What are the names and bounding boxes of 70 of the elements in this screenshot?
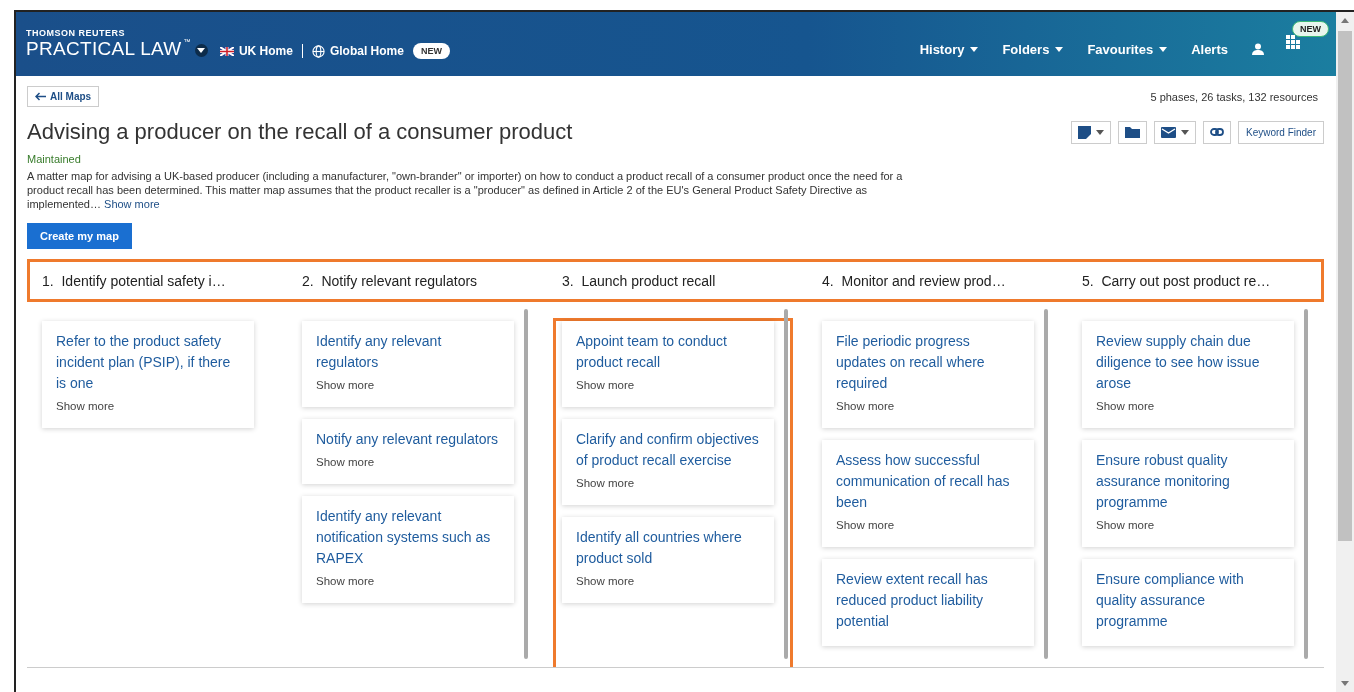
nav-menu-item[interactable]: History [919, 41, 979, 57]
caret-icon[interactable] [194, 43, 208, 57]
task-title[interactable]: Notify any relevant regulators [316, 429, 500, 450]
column-scrollbar[interactable] [784, 309, 788, 659]
keyword-finder-button[interactable]: Keyword Finder [1237, 120, 1324, 144]
show-more-link[interactable]: Show more [1096, 400, 1155, 412]
create-map-button[interactable]: Create my map [27, 223, 132, 249]
show-more-link[interactable]: Show more [1096, 519, 1155, 531]
summary-text: 5 phases, 26 tasks, 132 resources [1150, 90, 1318, 103]
description-text: A matter map for advising a UK-based producer (including a manufacturer, "own-brander" or importer) on how to conduct a product recall of a consumer product once the need for a product recall has been determined. This matter map assumes that the product recaller is a "producer" as defined in Article 2 of the EU's General Product Safety Directive as implemented… Show more [27, 169, 904, 211]
arrow-left-icon [35, 92, 46, 101]
task-title[interactable]: Identify all countries where product sold [576, 527, 760, 569]
phase-title[interactable]: 3. Launch product recall [562, 272, 822, 289]
nav-menu-item[interactable]: Favourites [1087, 41, 1168, 57]
new-badge: NEW [412, 43, 450, 59]
task-title[interactable]: Clarify and confirm objectives of product recall exercise [576, 429, 760, 471]
show-more-link[interactable]: Show more [56, 400, 115, 412]
note-icon [1077, 125, 1091, 139]
show-more-link[interactable]: Show more [316, 379, 375, 391]
column-scrollbar[interactable] [1304, 309, 1308, 659]
home-link[interactable]: Global Home [311, 44, 404, 58]
show-more-link[interactable]: Show more [836, 400, 895, 412]
show-more-link[interactable]: Show more [104, 198, 160, 210]
task-title[interactable]: Identify any relevant regulators [316, 331, 500, 373]
task-title[interactable]: Review supply chain due diligence to see how issue arose [1096, 331, 1280, 394]
note-button[interactable] [1070, 120, 1111, 144]
new-badge: NEW [1292, 21, 1329, 37]
column-scrollbar[interactable] [1044, 309, 1048, 659]
folder-icon [1124, 126, 1140, 138]
home-link[interactable]: UK Home [219, 44, 293, 58]
task-title[interactable]: Ensure robust quality assurance monitoring programme [1096, 450, 1280, 513]
nav-menu-item[interactable]: Alerts [1191, 41, 1228, 57]
folder-button[interactable] [1117, 120, 1147, 144]
task-title[interactable]: File periodic progress updates on recall where required [836, 331, 1020, 394]
mail-button[interactable] [1153, 120, 1196, 144]
user-icon[interactable] [1252, 43, 1264, 55]
back-button[interactable]: All Maps [27, 86, 100, 107]
caret-icon [970, 46, 979, 52]
caret-icon [1159, 46, 1168, 52]
task-title[interactable]: Refer to the product safety incident plan (PSIP), if there is one [56, 331, 240, 394]
show-more-link[interactable]: Show more [316, 456, 375, 468]
nav-menu-item[interactable]: Folders [1002, 41, 1064, 57]
link-icon [1209, 128, 1224, 136]
brand-subtitle: THOMSON REUTERS [26, 28, 126, 38]
apps-grid-icon[interactable] [1286, 35, 1300, 49]
caret-icon [1095, 129, 1104, 135]
globe-icon [311, 44, 325, 58]
show-more-link[interactable]: Show more [576, 379, 635, 391]
page-title: Advising a producer on the recall of a consumer product [27, 119, 573, 145]
link-button[interactable] [1202, 120, 1231, 144]
task-title[interactable]: Identify any relevant notification systems such as RAPEX [316, 506, 500, 569]
status-label: Maintained [27, 153, 82, 165]
flag-icon [219, 46, 234, 56]
caret-icon [1055, 46, 1064, 52]
task-title[interactable]: Review extent recall has reduced product liability potential [836, 569, 1020, 632]
column-scrollbar[interactable] [524, 309, 528, 659]
task-title[interactable]: Ensure compliance with quality assurance programme [1096, 569, 1280, 632]
show-more-link[interactable]: Show more [316, 575, 375, 587]
show-more-link[interactable]: Show more [836, 519, 895, 531]
mail-icon [1160, 126, 1176, 138]
phase-title[interactable]: 4. Monitor and review prod… [822, 272, 1082, 289]
phase-title[interactable]: 2. Notify relevant regulators [302, 272, 562, 289]
task-title[interactable]: Appoint team to conduct product recall [576, 331, 760, 373]
phase-title[interactable]: 5. Carry out post product re… [1082, 272, 1336, 289]
phase-title[interactable]: 1. Identify potential safety i… [42, 272, 302, 289]
caret-icon [1180, 129, 1189, 135]
show-more-link[interactable]: Show more [576, 477, 635, 489]
show-more-link[interactable]: Show more [576, 575, 635, 587]
task-title[interactable]: Assess how successful communication of recall has been [836, 450, 1020, 513]
page-scrollbar[interactable] [1336, 12, 1354, 692]
